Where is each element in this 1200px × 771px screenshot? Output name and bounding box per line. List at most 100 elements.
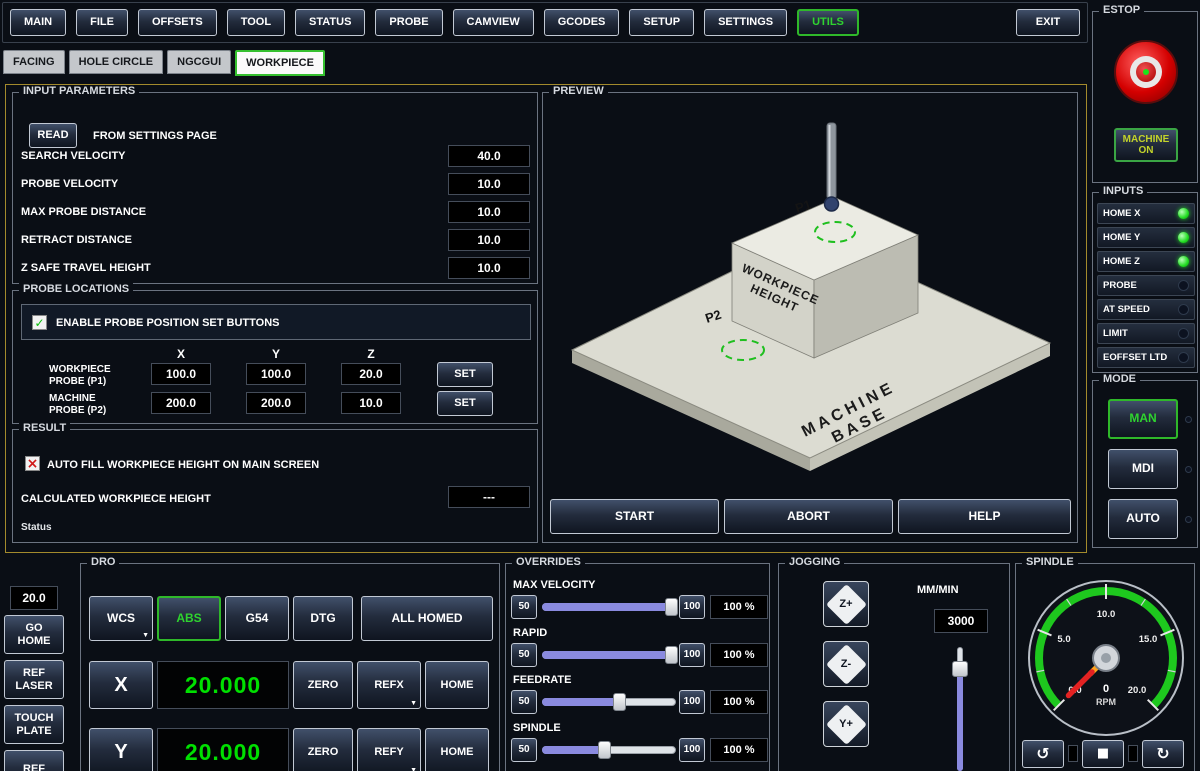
go-home-button[interactable]: GO HOME xyxy=(4,615,64,654)
tab-workpiece-active[interactable]: WORKPIECE xyxy=(235,50,325,76)
estop-group: ESTOP MACHINE ON xyxy=(1092,11,1198,183)
zero-y-button[interactable]: ZERO xyxy=(293,728,353,771)
probe-velocity-input[interactable]: 10.0 xyxy=(448,173,530,195)
zero-x-button[interactable]: ZERO xyxy=(293,661,353,709)
p2-set-button[interactable]: SET xyxy=(437,391,493,416)
menu-setup[interactable]: SETUP xyxy=(629,9,694,36)
retract-distance-input[interactable]: 10.0 xyxy=(448,229,530,251)
start-button[interactable]: START xyxy=(550,499,719,534)
max-velocity-slider[interactable] xyxy=(542,598,676,616)
limit-label: LIMIT xyxy=(1103,328,1128,339)
search-velocity-input[interactable]: 40.0 xyxy=(448,145,530,167)
spindle-min-button[interactable]: 50 xyxy=(511,738,537,762)
jog-z-plus-button[interactable]: Z+ xyxy=(823,581,869,627)
slider-fill xyxy=(957,669,963,771)
p1-x-input[interactable]: 100.0 xyxy=(151,363,211,385)
g54-button[interactable]: G54 xyxy=(225,596,289,641)
mode-auto-button[interactable]: AUTO xyxy=(1108,499,1178,539)
group-title: JOGGING xyxy=(785,556,844,568)
p2-z-input[interactable]: 10.0 xyxy=(341,392,401,414)
slider-handle[interactable] xyxy=(952,661,968,677)
touch-plate-button[interactable]: TOUCH PLATE xyxy=(4,705,64,744)
axis-x-button[interactable]: X xyxy=(89,661,153,709)
max-probe-distance-label: MAX PROBE DISTANCE xyxy=(21,206,146,218)
menu-status[interactable]: STATUS xyxy=(295,9,365,36)
menu-tool[interactable]: TOOL xyxy=(227,9,285,36)
mode-auto-led xyxy=(1185,516,1192,523)
gauge-hub-center xyxy=(1101,653,1111,663)
ref-laser-button[interactable]: REF LASER xyxy=(4,660,64,699)
refx-button[interactable]: REFX ▼ xyxy=(357,661,421,709)
all-homed-button[interactable]: ALL HOMED xyxy=(361,596,493,641)
button-label: WCS xyxy=(107,612,135,626)
feedrate-label: FEEDRATE xyxy=(513,674,571,686)
rapid-slider[interactable] xyxy=(542,646,676,664)
spindle-max-button[interactable]: 100 xyxy=(679,738,705,762)
home-x-button[interactable]: HOME xyxy=(425,661,489,709)
menu-file[interactable]: FILE xyxy=(76,9,128,36)
button-line: PLATE xyxy=(16,725,51,738)
feedrate-percent: 100 % xyxy=(710,690,768,714)
slider-handle[interactable] xyxy=(665,598,678,616)
tab-ngcgui[interactable]: NGCGUI xyxy=(167,50,231,74)
rapid-max-button[interactable]: 100 xyxy=(679,643,705,667)
max-velocity-percent: 100 % xyxy=(710,595,768,619)
max-velocity-min-button[interactable]: 50 xyxy=(511,595,537,619)
menu-utils-active[interactable]: UTILS xyxy=(797,9,859,36)
menu-settings[interactable]: SETTINGS xyxy=(704,9,787,36)
exit-button[interactable]: EXIT xyxy=(1016,9,1080,36)
p2-x-input[interactable]: 200.0 xyxy=(151,392,211,414)
max-velocity-max-button[interactable]: 100 xyxy=(679,595,705,619)
feedrate-min-button[interactable]: 50 xyxy=(511,690,537,714)
home-y-button[interactable]: HOME xyxy=(425,728,489,771)
z-safe-travel-input[interactable]: 10.0 xyxy=(448,257,530,279)
machine-on-button[interactable]: MACHINE ON xyxy=(1114,128,1178,162)
refy-button[interactable]: REFY ▼ xyxy=(357,728,421,771)
mode-mdi-button[interactable]: MDI xyxy=(1108,449,1178,489)
jog-z-minus-button[interactable]: Z- xyxy=(823,641,869,687)
jog-rate-slider[interactable] xyxy=(951,647,969,771)
slider-handle[interactable] xyxy=(598,741,611,759)
enable-probe-checkbox[interactable]: ✓ xyxy=(32,315,47,330)
abs-button-active[interactable]: ABS xyxy=(157,596,221,641)
spindle-stop-button[interactable]: ■ xyxy=(1082,740,1124,768)
wcs-button[interactable]: WCS ▼ xyxy=(89,596,153,641)
mode-man-button[interactable]: MAN xyxy=(1108,399,1178,439)
spindle-cw-button[interactable]: ↻ xyxy=(1142,740,1184,768)
spindle-slider[interactable] xyxy=(542,741,676,759)
slider-handle[interactable] xyxy=(665,646,678,664)
p2-y-input[interactable]: 200.0 xyxy=(246,392,306,414)
axis-y-button[interactable]: Y xyxy=(89,728,153,771)
jog-y-plus-button[interactable]: Y+ xyxy=(823,701,869,747)
menu-main[interactable]: MAIN xyxy=(10,9,66,36)
menu-gcodes[interactable]: GCODES xyxy=(544,9,620,36)
menu-offsets[interactable]: OFFSETS xyxy=(138,9,217,36)
feedrate-slider[interactable] xyxy=(542,693,676,711)
tab-hole-circle[interactable]: HOLE CIRCLE xyxy=(69,50,164,74)
menu-camview[interactable]: CAMVIEW xyxy=(453,9,534,36)
ref-button[interactable]: REF xyxy=(4,750,64,771)
spindle-indicator xyxy=(1128,745,1138,762)
feedrate-max-button[interactable]: 100 xyxy=(679,690,705,714)
z-safe-travel-label: Z SAFE TRAVEL HEIGHT xyxy=(21,262,151,274)
max-probe-distance-input[interactable]: 10.0 xyxy=(448,201,530,223)
p1-set-button[interactable]: SET xyxy=(437,362,493,387)
p1-z-input[interactable]: 20.0 xyxy=(341,363,401,385)
mode-mdi-led xyxy=(1185,466,1192,473)
dtg-button[interactable]: DTG xyxy=(293,596,353,641)
touch-height-input[interactable]: 20.0 xyxy=(10,586,58,610)
estop-button[interactable] xyxy=(1114,40,1178,104)
spindle-ccw-button[interactable]: ↺ xyxy=(1022,740,1064,768)
rapid-min-button[interactable]: 50 xyxy=(511,643,537,667)
read-button[interactable]: READ xyxy=(29,123,77,148)
help-button[interactable]: HELP xyxy=(898,499,1071,534)
menu-probe[interactable]: PROBE xyxy=(375,9,442,36)
group-title: PROBE LOCATIONS xyxy=(19,283,133,295)
tab-facing[interactable]: FACING xyxy=(3,50,65,74)
button-label: REFY xyxy=(374,746,403,759)
autofill-checkbox[interactable]: × xyxy=(25,456,40,471)
abort-button[interactable]: ABORT xyxy=(724,499,893,534)
p1-y-input[interactable]: 100.0 xyxy=(246,363,306,385)
slider-handle[interactable] xyxy=(613,693,626,711)
jog-rate-unit-label: MM/MIN xyxy=(917,584,959,596)
